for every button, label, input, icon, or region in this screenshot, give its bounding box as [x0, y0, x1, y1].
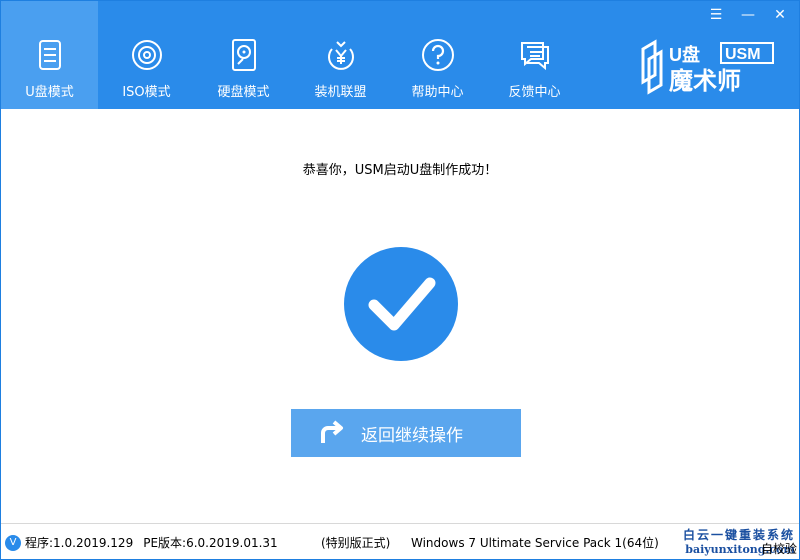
tab-hdd-mode[interactable]: 硬盘模式 — [195, 1, 292, 109]
os-info: Windows 7 Ultimate Service Pack 1(64位) — [411, 536, 659, 550]
program-version: 程序:1.0.2019.129 — [25, 536, 134, 550]
help-icon — [420, 37, 456, 73]
chat-icon — [517, 37, 553, 73]
brand-logo: U盘 USM 魔术师 — [635, 37, 785, 97]
status-bar: V 程序:1.0.2019.129 PE版本:6.0.2019.01.31 (特… — [1, 523, 799, 559]
menu-icon[interactable]: ☰ — [707, 7, 725, 23]
success-message: 恭喜你，USM启动U盘制作成功！ — [302, 163, 498, 178]
tab-label: U盘模式 — [25, 85, 74, 100]
app-logo-icon: V — [5, 534, 21, 551]
edition-label: (特别版正式) — [321, 536, 391, 550]
minimize-icon[interactable]: — — [739, 7, 757, 23]
tab-label: 帮助中心 — [411, 85, 464, 100]
tab-usb-mode[interactable]: U盘模式 — [1, 1, 98, 109]
usb-drive-icon — [32, 37, 68, 73]
tab-label: 硬盘模式 — [217, 85, 270, 100]
self-check-link[interactable]: 自校验 — [761, 540, 797, 557]
close-icon[interactable]: ✕ — [771, 7, 789, 23]
tab-help-center[interactable]: 帮助中心 — [389, 1, 486, 109]
brand-text-top: U盘 — [669, 44, 700, 65]
tab-install-alliance[interactable]: 装机联盟 — [292, 1, 389, 109]
tab-label: ISO模式 — [122, 85, 171, 100]
hard-disk-icon — [226, 37, 262, 73]
brand-text-bottom: 魔术师 — [669, 67, 741, 95]
yuan-coin-icon — [323, 37, 359, 73]
return-continue-button[interactable]: 返回继续操作 — [291, 409, 521, 457]
success-check-icon — [344, 247, 458, 361]
main-content: 恭喜你，USM启动U盘制作成功！ 返回继续操作 — [1, 109, 799, 523]
return-arrow-icon — [315, 417, 347, 449]
return-button-label: 返回继续操作 — [361, 425, 463, 445]
tab-feedback-center[interactable]: 反馈中心 — [486, 1, 583, 109]
brand-badge: USM — [725, 46, 761, 63]
window-controls: ☰ — ✕ — [707, 7, 789, 23]
tab-iso-mode[interactable]: ISO模式 — [98, 1, 195, 109]
mode-tabs: U盘模式 ISO模式 硬盘模式 装机联盟 帮助中心 反馈中心 — [1, 1, 583, 109]
header-bar: U盘模式 ISO模式 硬盘模式 装机联盟 帮助中心 反馈中心 ☰ — ✕ U盘 … — [1, 1, 799, 109]
tab-label: 装机联盟 — [314, 85, 367, 100]
pe-version: PE版本:6.0.2019.01.31 — [143, 536, 278, 550]
tab-label: 反馈中心 — [508, 85, 561, 100]
disc-icon — [129, 37, 165, 73]
status-versions: V 程序:1.0.2019.129 PE版本:6.0.2019.01.31 — [5, 534, 278, 551]
app-window: U盘模式 ISO模式 硬盘模式 装机联盟 帮助中心 反馈中心 ☰ — ✕ U盘 … — [0, 0, 800, 560]
